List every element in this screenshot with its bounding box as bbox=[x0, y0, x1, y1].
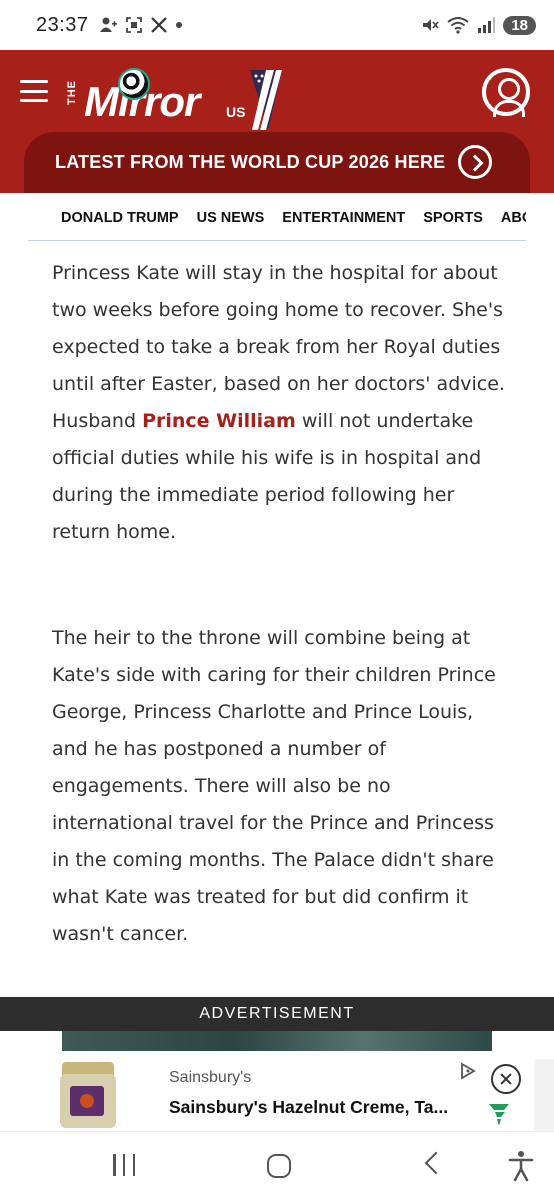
accessibility-icon[interactable] bbox=[507, 1150, 535, 1182]
world-cup-banner-link[interactable]: LATEST FROM THE WORLD CUP 2026 HERE bbox=[24, 132, 530, 193]
recents-line bbox=[122, 1154, 126, 1176]
article-paragraph: Princess Kate will stay in the hospital … bbox=[52, 255, 512, 551]
recent-apps-icon[interactable] bbox=[113, 1154, 135, 1176]
article-paragraph: The heir to the throne will combine bein… bbox=[52, 627, 496, 945]
chevron-right-circle-icon bbox=[458, 145, 492, 179]
recents-line bbox=[113, 1154, 116, 1176]
home-icon[interactable] bbox=[267, 1154, 291, 1178]
mute-icon bbox=[423, 19, 439, 31]
hamburger-menu-icon[interactable] bbox=[20, 80, 48, 102]
logo-the-text: THE bbox=[66, 80, 78, 105]
nav-item-us-news[interactable]: US NEWS bbox=[197, 210, 265, 226]
status-left: 23:37 bbox=[36, 14, 183, 37]
battery-indicator: 18 bbox=[503, 15, 536, 35]
nav-item-sports[interactable]: SPORTS bbox=[423, 210, 483, 226]
back-icon[interactable] bbox=[424, 1151, 448, 1175]
paragraph-text: Princess Kate will stay in the hospital … bbox=[52, 262, 505, 432]
status-notification-icons bbox=[99, 16, 183, 34]
logo-us-text: US bbox=[226, 104, 246, 120]
nav-divider bbox=[28, 240, 526, 241]
person-add-icon bbox=[99, 17, 117, 32]
section-nav-items: DONALD TRUMP US NEWS ENTERTAINMENT SPORT… bbox=[0, 193, 554, 243]
section-nav: DONALD TRUMP US NEWS ENTERTAINMENT SPORT… bbox=[0, 193, 554, 243]
x-app-icon bbox=[150, 17, 167, 33]
site-header: THE Mirror US LATEST FROM THE WORLD CUP … bbox=[0, 50, 554, 193]
wifi-icon bbox=[447, 17, 469, 34]
ad-product-title[interactable]: Sainsbury's Hazelnut Creme, Ta... bbox=[169, 1097, 469, 1118]
ad-brand-name: Sainsbury's bbox=[169, 1069, 252, 1086]
jar-label bbox=[70, 1086, 104, 1116]
menu-line bbox=[20, 99, 48, 102]
dot-icon bbox=[175, 22, 182, 28]
mirror-us-logo[interactable]: THE Mirror US bbox=[66, 60, 296, 132]
ad-choices-icon[interactable] bbox=[459, 1062, 477, 1080]
hazelnut-creme-jar-image bbox=[58, 1062, 118, 1128]
screenshot-icon bbox=[125, 17, 142, 33]
football-icon bbox=[118, 68, 150, 100]
ad-image[interactable] bbox=[62, 1031, 492, 1051]
status-right: 18 bbox=[421, 15, 536, 35]
status-time: 23:37 bbox=[36, 13, 89, 36]
account-user-icon[interactable] bbox=[482, 68, 530, 117]
us-flag-stripes-icon bbox=[250, 70, 282, 130]
menu-line bbox=[20, 89, 48, 93]
prince-william-link[interactable]: Prince William bbox=[142, 410, 296, 432]
sticky-ad-banner[interactable]: Sainsbury's Sainsbury's Hazelnut Creme, … bbox=[20, 1059, 534, 1131]
nav-item-entertainment[interactable]: ENTERTAINMENT bbox=[282, 210, 405, 226]
nav-item-donald-trump[interactable]: DONALD TRUMP bbox=[61, 210, 179, 226]
menu-line bbox=[20, 80, 48, 83]
recents-line bbox=[132, 1154, 135, 1176]
status-bar: 23:37 18 bbox=[0, 0, 554, 50]
ad-background-edge bbox=[534, 1059, 554, 1131]
android-navigation-bar bbox=[0, 1131, 554, 1200]
advertisement-label: ADVERTISEMENT bbox=[0, 997, 554, 1031]
ad-network-logo-icon bbox=[489, 1104, 509, 1126]
signal-icon bbox=[478, 17, 496, 33]
close-ad-icon[interactable] bbox=[491, 1064, 521, 1094]
world-cup-banner-text: LATEST FROM THE WORLD CUP 2026 HERE bbox=[55, 152, 446, 172]
nav-overflow-mask bbox=[526, 193, 554, 241]
